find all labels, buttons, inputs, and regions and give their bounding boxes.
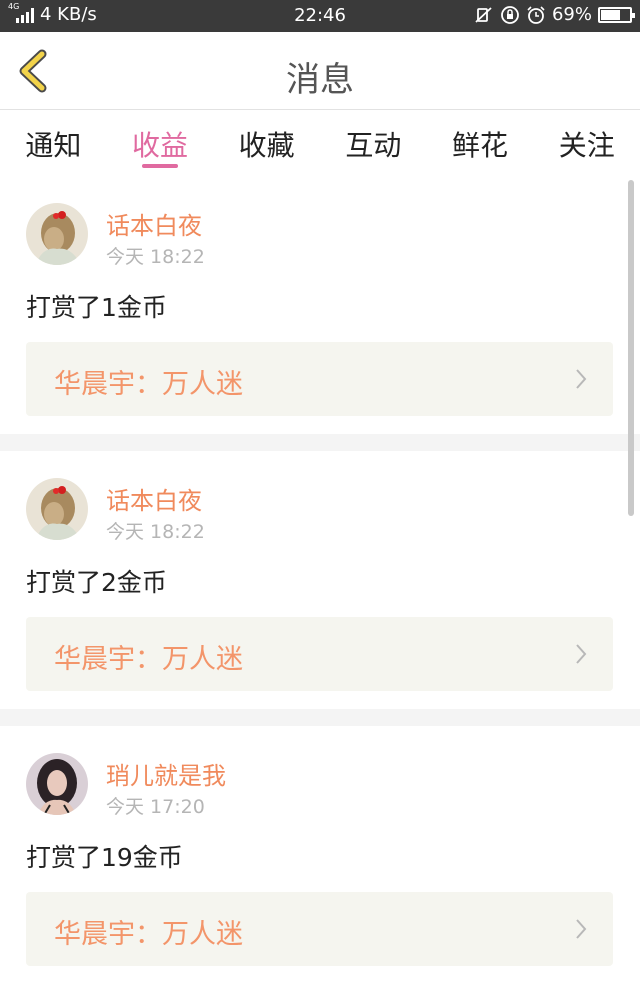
nav-bar: 消息 bbox=[0, 32, 640, 110]
book-title: 华晨宇：万人迷 bbox=[54, 919, 243, 950]
avatar-image bbox=[26, 478, 88, 540]
alarm-icon bbox=[527, 5, 545, 24]
battery-icon bbox=[598, 6, 635, 23]
mute-icon bbox=[475, 6, 492, 23]
book-link[interactable]: 华晨宇：万人迷 bbox=[26, 617, 613, 691]
message-text: 打赏了1金币 bbox=[26, 293, 167, 322]
tab-earnings[interactable]: 收益 bbox=[107, 110, 214, 176]
book-title: 华晨宇：万人迷 bbox=[54, 369, 243, 400]
tab-label: 互动 bbox=[345, 129, 402, 162]
divider bbox=[0, 709, 640, 726]
tab-favorites[interactable]: 收藏 bbox=[213, 110, 320, 176]
username[interactable]: 话本白夜 bbox=[106, 206, 202, 241]
tab-label: 关注 bbox=[558, 129, 615, 162]
list-item: 话本白夜 今天 18:22 打赏了2金币 华晨宇：万人迷 bbox=[0, 451, 640, 709]
avatar[interactable] bbox=[26, 203, 88, 265]
book-link[interactable]: 华晨宇：万人迷 bbox=[26, 892, 613, 966]
page-title: 消息 bbox=[286, 60, 354, 100]
chevron-right-icon bbox=[576, 369, 587, 389]
status-right: 69% bbox=[474, 4, 635, 25]
list-item: 话本白夜 今天 18:22 打赏了1金币 华晨宇：万人迷 bbox=[0, 176, 640, 434]
avatar-image bbox=[26, 203, 88, 265]
chevron-right-icon bbox=[576, 919, 587, 939]
rotation-lock-icon bbox=[501, 5, 519, 24]
tab-bar: 通知 收益 收藏 互动 鲜花 关注 bbox=[0, 110, 640, 176]
chevron-right-icon bbox=[576, 644, 587, 664]
tab-label: 收益 bbox=[132, 129, 189, 162]
timestamp: 今天 18:22 bbox=[106, 521, 205, 543]
battery-percent: 69% bbox=[551, 4, 592, 25]
book-link[interactable]: 华晨宇：万人迷 bbox=[26, 342, 613, 416]
tab-label: 收藏 bbox=[238, 129, 295, 162]
status-bar: 4G 4 KB/s 22:46 69% bbox=[0, 0, 640, 32]
message-text: 打赏了19金币 bbox=[26, 843, 183, 872]
book-title: 华晨宇：万人迷 bbox=[54, 644, 243, 675]
active-tab-indicator bbox=[142, 164, 178, 168]
message-text: 打赏了2金币 bbox=[26, 568, 167, 597]
tab-flowers[interactable]: 鲜花 bbox=[427, 110, 534, 176]
avatar[interactable] bbox=[26, 478, 88, 540]
avatar[interactable] bbox=[26, 753, 88, 815]
tab-label: 鲜花 bbox=[452, 129, 509, 162]
list-item: 琑儿就是我 今天 17:20 打赏了19金币 华晨宇：万人迷 bbox=[0, 726, 640, 984]
message-list: 话本白夜 今天 18:22 打赏了1金币 华晨宇：万人迷 话本白夜 今天 18:… bbox=[0, 176, 640, 984]
divider bbox=[0, 434, 640, 451]
tab-label: 通知 bbox=[25, 129, 82, 162]
tab-interactions[interactable]: 互动 bbox=[320, 110, 427, 176]
username[interactable]: 琑儿就是我 bbox=[106, 756, 226, 791]
scrollbar[interactable] bbox=[628, 180, 634, 516]
timestamp: 今天 17:20 bbox=[106, 796, 205, 818]
avatar-image bbox=[26, 753, 88, 815]
username[interactable]: 话本白夜 bbox=[106, 481, 202, 516]
timestamp: 今天 18:22 bbox=[106, 246, 205, 268]
tab-follows[interactable]: 关注 bbox=[533, 110, 640, 176]
tab-notifications[interactable]: 通知 bbox=[0, 110, 107, 176]
